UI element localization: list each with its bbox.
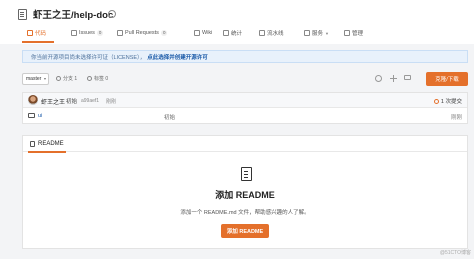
search-icon[interactable]: [375, 75, 382, 82]
tag-icon: [87, 76, 92, 81]
commit-message[interactable]: 初始: [66, 97, 77, 105]
tab-service[interactable]: 服务 ▼: [304, 26, 329, 40]
repo-header: 虾王之王/help-doc 代码 Issues 0 Pull Requests …: [0, 0, 474, 44]
tags-count[interactable]: 标签 0: [87, 75, 108, 82]
folder-icon: [28, 113, 35, 118]
pipeline-icon: [259, 30, 265, 36]
branch-icon: [56, 76, 61, 81]
pull-request-icon: [117, 30, 123, 36]
web-ide-icon[interactable]: [404, 75, 411, 80]
file-commit-message[interactable]: 初始: [164, 113, 175, 121]
chevron-down-icon: ▼: [43, 77, 47, 81]
tab-issues[interactable]: Issues 0: [71, 26, 104, 40]
latest-commit-row: 虾王之王 初始 a99aef1 刚刚 1 次提交: [23, 93, 467, 108]
tab-readme[interactable]: README: [28, 136, 66, 153]
branch-select[interactable]: master ▼: [22, 73, 49, 85]
readme-empty-description: 添加一个 README.md 文件，帮助感兴趣的人了解。: [180, 210, 310, 216]
issues-count-badge: 0: [96, 30, 104, 36]
readme-card: README 添加 README 添加一个 README.md 文件，帮助感兴趣…: [22, 135, 468, 249]
commit-hash[interactable]: a99aef1: [81, 98, 99, 104]
readme-document-icon: [241, 167, 252, 181]
commit-time: 刚刚: [106, 98, 117, 105]
service-icon: [304, 30, 310, 36]
manage-icon: [344, 30, 350, 36]
readme-header: README: [23, 136, 467, 153]
file-list-panel: 虾王之王 初始 a99aef1 刚刚 1 次提交 ui 初始 刚刚: [22, 92, 468, 124]
code-icon: [27, 30, 33, 36]
choose-license-link[interactable]: 点此选择并创建开源许可: [147, 53, 208, 61]
tab-pull-requests[interactable]: Pull Requests 0: [117, 26, 168, 40]
file-name[interactable]: ui: [38, 113, 42, 119]
active-tab-indicator: [22, 41, 54, 43]
commit-author[interactable]: 虾王之王: [41, 97, 65, 106]
repository-icon: [18, 9, 27, 20]
stats-icon: [223, 30, 229, 36]
tab-manage[interactable]: 管理: [344, 26, 363, 40]
pull-requests-count-badge: 0: [160, 30, 168, 36]
document-icon: [30, 140, 35, 147]
repo-settings-icon[interactable]: [108, 10, 116, 18]
repo-title[interactable]: 虾王之王/help-doc: [33, 7, 113, 21]
clone-download-button[interactable]: 克隆/下载: [426, 72, 468, 86]
license-notice: 你当前开源项目尚未选择许可证（LICENSE）， 点此选择并创建开源许可: [22, 50, 468, 63]
wiki-icon: [194, 30, 200, 36]
tab-stats[interactable]: 统计: [223, 26, 242, 40]
repo-toolbar: master ▼ 分支 1 标签 0 克隆/下载: [22, 72, 468, 88]
list-item[interactable]: ui 初始 刚刚: [23, 109, 467, 123]
tab-wiki[interactable]: Wiki: [194, 26, 212, 40]
add-file-icon[interactable]: [390, 75, 397, 82]
license-notice-text: 你当前开源项目尚未选择许可证（LICENSE），: [31, 54, 146, 61]
avatar[interactable]: [28, 95, 38, 105]
issues-icon: [71, 30, 77, 36]
watermark: @51CTO博客: [439, 250, 471, 256]
add-readme-button[interactable]: 添加 README: [221, 224, 269, 238]
tab-pipeline[interactable]: 流水线: [259, 26, 284, 40]
chevron-down-icon: ▼: [325, 30, 329, 36]
readme-empty-title: 添加 README: [215, 190, 275, 200]
file-time: 刚刚: [450, 114, 462, 121]
branches-count[interactable]: 分支 1: [56, 75, 77, 82]
history-icon: [433, 98, 439, 104]
tab-code[interactable]: 代码: [27, 26, 46, 40]
commit-count[interactable]: 1 次提交: [433, 97, 462, 105]
